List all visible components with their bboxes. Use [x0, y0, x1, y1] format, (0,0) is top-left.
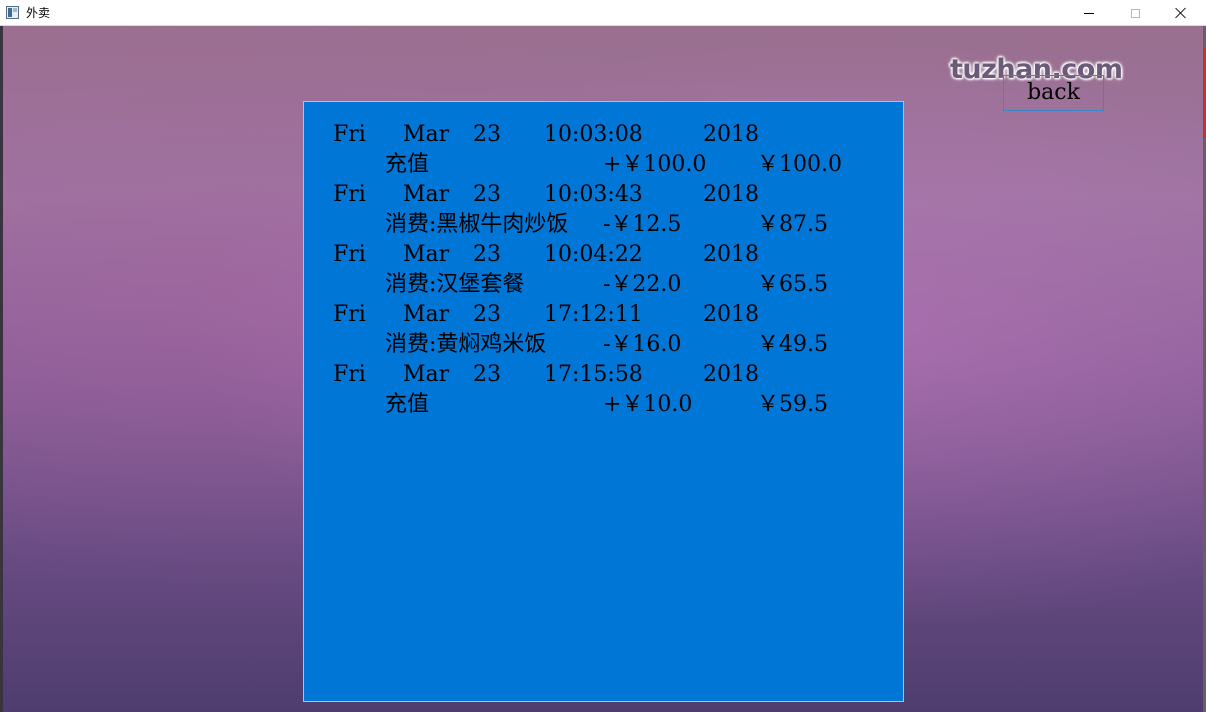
record-detail-line: 充值 +￥100.0 ￥100.0: [304, 150, 842, 180]
record-balance: ￥65.5: [757, 272, 828, 297]
app-window: 外卖 tuzhan.com back Fri Mar 23 10:03:08 2…: [0, 0, 1206, 712]
record-description: 消费:汉堡套餐: [385, 272, 525, 297]
record-day: 23: [473, 182, 501, 207]
record-amount: +￥10.0: [603, 392, 693, 417]
record-day: 23: [473, 122, 501, 147]
record-time: 10:04:22: [544, 242, 643, 267]
window-title: 外卖: [26, 6, 51, 20]
record-amount: +￥100.0: [603, 152, 707, 177]
record-detail-line: 充值 +￥10.0 ￥59.5: [304, 390, 828, 420]
record-year: 2018: [703, 302, 759, 327]
close-icon: [1175, 7, 1187, 19]
title-bar[interactable]: 外卖: [0, 0, 1206, 26]
record-weekday: Fri: [333, 362, 366, 387]
record-month: Mar: [403, 362, 450, 387]
maximize-button[interactable]: [1112, 0, 1158, 26]
record-time: 17:15:58: [544, 362, 643, 387]
record-balance: ￥49.5: [757, 332, 828, 357]
record-month: Mar: [403, 182, 450, 207]
record-balance: ￥100.0: [757, 152, 842, 177]
record-day: 23: [473, 242, 501, 267]
record-month: Mar: [403, 302, 450, 327]
record-balance: ￥87.5: [757, 212, 828, 237]
record-time: 10:03:43: [544, 182, 643, 207]
record-amount: -￥22.0: [603, 272, 682, 297]
minimize-button[interactable]: [1066, 0, 1112, 26]
record-month: Mar: [403, 122, 450, 147]
record-date-line: Fri Mar 23 17:12:11 2018: [304, 300, 759, 330]
client-area: tuzhan.com back Fri Mar 23 10:03:08 2018…: [3, 26, 1203, 712]
record-time: 10:03:08: [544, 122, 643, 147]
record-date-line: Fri Mar 23 10:04:22 2018: [304, 240, 759, 270]
app-icon: [6, 6, 19, 19]
record-amount: -￥16.0: [603, 332, 682, 357]
record-date-line: Fri Mar 23 10:03:43 2018: [304, 180, 759, 210]
record-day: 23: [473, 362, 501, 387]
record-month: Mar: [403, 242, 450, 267]
minimize-icon: [1084, 12, 1094, 14]
record-detail-line: 消费:汉堡套餐 -￥22.0 ￥65.5: [304, 270, 828, 300]
maximize-icon: [1130, 8, 1140, 18]
record-amount: -￥12.5: [603, 212, 682, 237]
record-description: 充值: [385, 392, 430, 417]
record-weekday: Fri: [333, 302, 366, 327]
record-description: 消费:黄焖鸡米饭: [385, 332, 547, 357]
record-date-line: Fri Mar 23 17:15:58 2018: [304, 360, 759, 390]
record-year: 2018: [703, 242, 759, 267]
record-day: 23: [473, 302, 501, 327]
record-weekday: Fri: [333, 242, 366, 267]
transaction-records-panel: Fri Mar 23 10:03:08 2018 充值 +￥100.0 ￥100…: [303, 101, 904, 702]
record-balance: ￥59.5: [757, 392, 828, 417]
record-weekday: Fri: [333, 122, 366, 147]
record-description: 消费:黑椒牛肉炒饭: [385, 212, 569, 237]
record-year: 2018: [703, 362, 759, 387]
record-year: 2018: [703, 182, 759, 207]
record-detail-line: 消费:黑椒牛肉炒饭 -￥12.5 ￥87.5: [304, 210, 828, 240]
close-button[interactable]: [1158, 0, 1204, 26]
record-detail-line: 消费:黄焖鸡米饭 -￥16.0 ￥49.5: [304, 330, 828, 360]
record-date-line: Fri Mar 23 10:03:08 2018: [304, 120, 759, 150]
record-time: 17:12:11: [544, 302, 643, 327]
back-button[interactable]: back: [1003, 75, 1104, 111]
record-description: 充值: [385, 152, 430, 177]
record-weekday: Fri: [333, 182, 366, 207]
record-year: 2018: [703, 122, 759, 147]
